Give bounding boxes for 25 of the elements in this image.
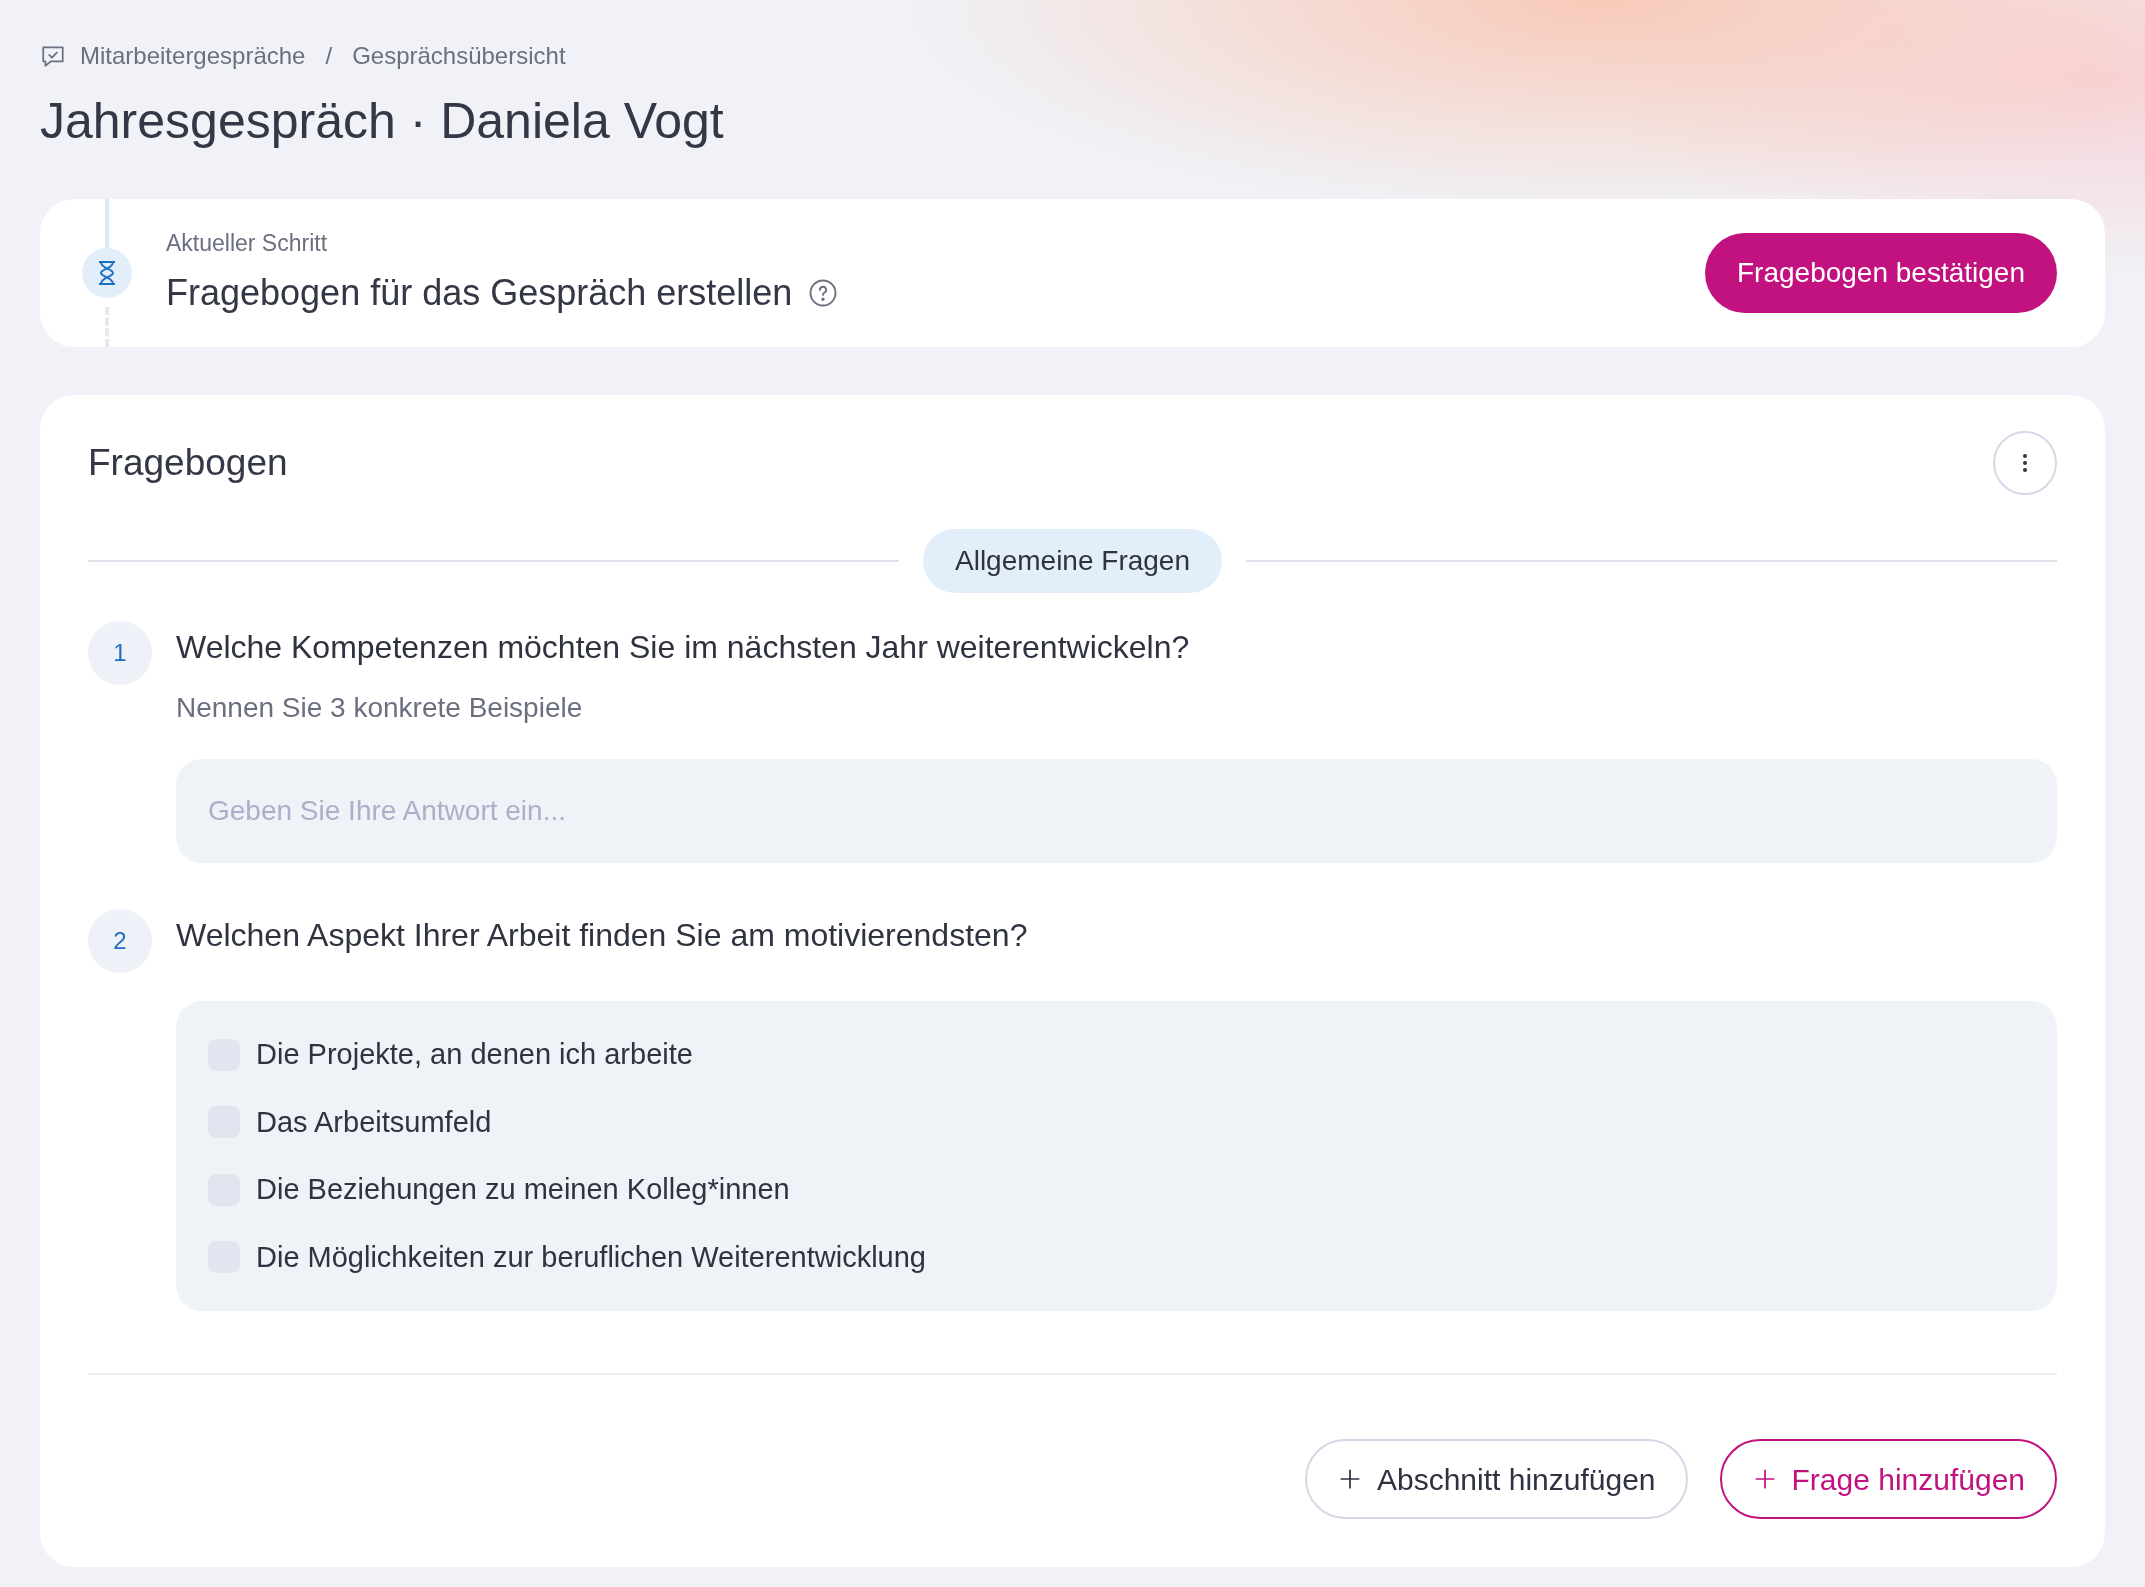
breadcrumb-separator: /	[325, 41, 333, 71]
add-section-button[interactable]: Abschnitt hinzufügen	[1304, 1439, 1688, 1519]
card-title: Fragebogen	[88, 441, 288, 486]
breadcrumb-link[interactable]: Mitarbeitergespräche	[80, 38, 306, 74]
step-title: Fragebogen für das Gespräch erstellen	[166, 271, 793, 316]
question-number: 1	[88, 621, 152, 685]
chat-check-icon	[40, 43, 66, 69]
option-label: Die Projekte, an denen ich arbeite	[256, 1037, 693, 1072]
add-question-button[interactable]: Frage hinzufügen	[1719, 1439, 2057, 1519]
option-label: Das Arbeitsumfeld	[256, 1104, 492, 1140]
question-number: 2	[88, 909, 152, 973]
step-label: Aktueller Schritt	[166, 228, 329, 258]
more-options-button[interactable]	[1993, 431, 2057, 495]
option-label: Die Beziehungen zu meinen Kolleg*innen	[256, 1172, 790, 1207]
confirm-button[interactable]: Fragebogen bestätigen	[1705, 233, 2057, 313]
section-pill: Allgemeine Fragen	[923, 529, 1222, 593]
option-label: Die Möglichkeiten zur beruflichen Weiterentwicklung	[256, 1239, 926, 1275]
help-icon[interactable]	[808, 278, 839, 309]
breadcrumb-link[interactable]: Gesprächsübersicht	[352, 38, 566, 74]
question-text: Welchen Aspekt Ihrer Arbeit finden Sie am motivierendsten?	[176, 916, 1029, 955]
question-hint: Nennen Sie 3 konkrete Beispiele	[176, 691, 584, 725]
page-title: Jahresgespräch · Daniela Vogt	[40, 92, 725, 151]
more-vertical-icon	[2022, 453, 2028, 473]
answer-field[interactable]: Geben Sie Ihre Antwort ein...	[176, 759, 2057, 863]
question-text: Welche Kompetenzen möchten Sie im nächsten Jahr weiterentwickeln?	[176, 628, 1191, 667]
